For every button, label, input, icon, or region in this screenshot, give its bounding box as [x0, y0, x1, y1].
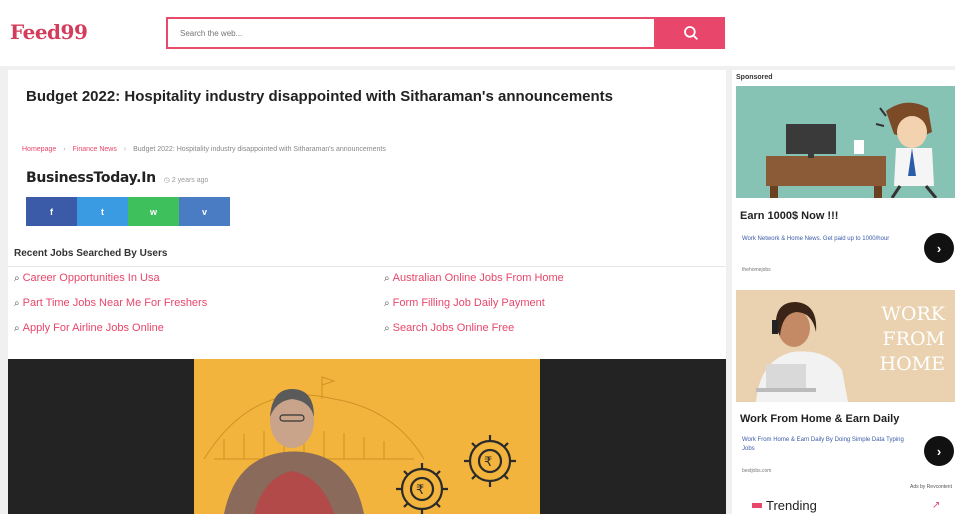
svg-text:₹: ₹ [484, 455, 492, 470]
source-name[interactable]: BusinessToday.In [26, 170, 156, 186]
article-headline: Budget 2022: Hospitality industry disapp… [26, 88, 613, 105]
search-button[interactable] [656, 17, 725, 49]
search-box [166, 17, 656, 49]
job-link-label: Apply For Airline Jobs Online [22, 322, 164, 334]
article-card: Budget 2022: Hospitality industry disapp… [8, 70, 726, 514]
ad-image-text-line: HOME [879, 353, 945, 375]
time-text: 2 years ago [171, 177, 209, 184]
ad-title[interactable]: Earn 1000$ Now !!! [740, 210, 838, 222]
gear-icons [396, 435, 516, 514]
job-link[interactable]: ⌕ Part Time Jobs Near Me For Freshers [14, 297, 207, 309]
site-logo[interactable]: Feed99 [10, 20, 88, 44]
breadcrumb-separator: › [63, 146, 66, 153]
search-icon: ⌕ [14, 322, 20, 334]
ad-arrow-button[interactable]: › [924, 436, 954, 466]
office-illustration [766, 102, 938, 198]
twitter-share-button[interactable]: t [77, 197, 128, 226]
search-icon: ⌕ [384, 272, 390, 284]
person-figure [224, 389, 364, 514]
sponsored-label: Sponsored [736, 74, 773, 81]
twitter-icon: t [101, 206, 104, 217]
article-meta: BusinessToday.In ◷ 2 years ago [26, 170, 208, 186]
chevron-right-icon: › [936, 443, 942, 459]
divider [8, 266, 726, 267]
job-link-label: Search Jobs Online Free [392, 322, 515, 334]
search-icon: ⌕ [14, 297, 20, 309]
whatsapp-share-button[interactable]: w [128, 197, 179, 226]
sidebar: Sponsored Earn 1000$ Now !!! Work Networ… [732, 70, 955, 514]
breadcrumb-current: Budget 2022: Hospitality industry disapp… [133, 146, 386, 153]
facebook-icon: f [50, 206, 53, 217]
job-link[interactable]: ⌕ Search Jobs Online Free [384, 322, 514, 334]
chevron-down-icon: v [201, 206, 207, 217]
job-link[interactable]: ⌕ Form Filling Job Daily Payment [384, 297, 545, 309]
ad-subtitle[interactable]: Work Network & Home News. Get paid up to… [742, 235, 918, 244]
clock-icon: ◷ [163, 177, 170, 184]
job-link[interactable]: ⌕ Australian Online Jobs From Home [384, 272, 564, 284]
ad-image[interactable]: WORK FROM HOME [736, 290, 955, 402]
ad-image-text-line: WORK [881, 303, 945, 325]
ads-by-label[interactable]: Ads by Revcontent [910, 484, 952, 490]
breadcrumb-home[interactable]: Homepage [22, 146, 56, 153]
ad-title[interactable]: Work From Home & Earn Daily [740, 413, 899, 425]
breadcrumb-category[interactable]: Finance News [73, 146, 117, 153]
chevron-right-icon: › [936, 240, 942, 256]
ad-domain: bestjobs.com [742, 468, 772, 474]
article-time: ◷ 2 years ago [164, 176, 209, 184]
breadcrumb-separator: › [123, 146, 127, 153]
ad-domain: thehomejobs [742, 267, 771, 273]
search-icon: ⌕ [384, 322, 390, 334]
parliament-illustration: ₹ ₹ [203, 376, 516, 514]
trending-marker [752, 503, 762, 508]
hero-illustration: ₹ ₹ [194, 359, 540, 514]
job-link-label: Career Opportunities In Usa [22, 272, 160, 284]
more-share-button[interactable]: v [179, 197, 230, 226]
ad-subtitle[interactable]: Work From Home & Earn Daily By Doing Sim… [742, 436, 918, 454]
search-icon: ⌕ [14, 272, 20, 284]
job-link-label: Part Time Jobs Near Me For Freshers [22, 297, 208, 309]
ad-image-text: WORK FROM HOME [880, 302, 945, 377]
trending-heading: Trending [752, 498, 817, 513]
trending-label: Trending [766, 498, 817, 513]
job-link-label: Form Filling Job Daily Payment [392, 297, 545, 309]
ad-arrow-button[interactable]: › [924, 233, 954, 263]
search-input[interactable] [168, 19, 654, 47]
breadcrumb: Homepage › Finance News › Budget 2022: H… [22, 146, 386, 153]
ad-image-text-line: FROM [882, 328, 945, 350]
ad-image[interactable] [736, 86, 955, 198]
trending-up-icon: ↗ [932, 500, 941, 511]
job-link[interactable]: ⌕ Apply For Airline Jobs Online [14, 322, 164, 334]
article-hero-image: ₹ ₹ [8, 359, 726, 514]
search-icon: ⌕ [384, 297, 390, 309]
whatsapp-icon: w [149, 206, 157, 217]
search-icon [683, 26, 698, 41]
svg-text:₹: ₹ [416, 483, 424, 498]
site-header: Feed99 [0, 0, 955, 66]
recent-jobs-title: Recent Jobs Searched By Users [14, 248, 168, 259]
job-link[interactable]: ⌕ Career Opportunities In Usa [14, 272, 160, 284]
job-link-label: Australian Online Jobs From Home [392, 272, 564, 284]
facebook-share-button[interactable]: f [26, 197, 77, 226]
share-buttons: f t w v [26, 197, 230, 226]
